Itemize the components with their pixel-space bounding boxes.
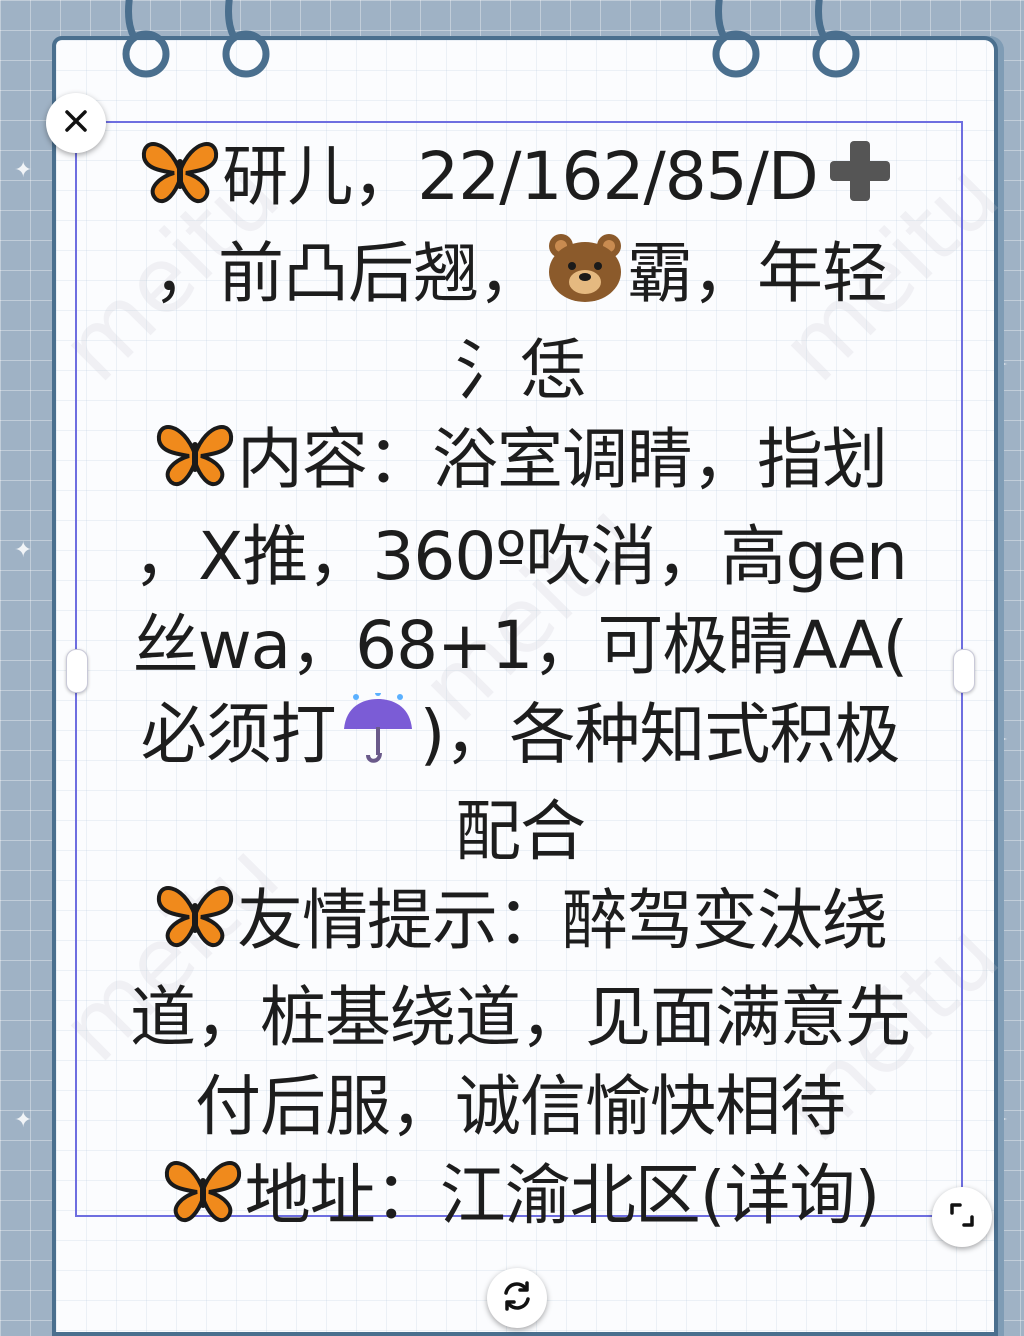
line-7a: 必须打 xyxy=(140,696,337,773)
text-line: 地址：江渝北区(详询) xyxy=(78,1151,962,1248)
text-line: ，X推，360º吹消，高gen xyxy=(133,518,908,595)
bear-icon xyxy=(543,232,627,326)
text-line: 丝wa，68+1，可极睛AA( xyxy=(132,607,909,684)
binder-ring-icon xyxy=(222,0,276,78)
butterfly-icon xyxy=(161,1154,245,1248)
binder-ring-icon xyxy=(812,0,866,78)
text-line: 氵恁 xyxy=(455,332,586,409)
text-line: 道，桩基绕道，见面满意先 xyxy=(130,979,911,1056)
text-line: 内容：浴室调睛，指划 xyxy=(78,415,962,512)
resize-corner-icon xyxy=(948,1201,976,1233)
note-text: 研儿，22/162/85/D ，前凸后翘， 霸，年轻 氵恁 内容：浴室调睛，指划… xyxy=(78,132,962,1248)
rotate-button[interactable] xyxy=(487,1268,547,1328)
sparkle-decoration: ✦ xyxy=(14,538,33,563)
text-line: 配合 xyxy=(455,793,586,870)
sparkle-decoration: ✦ xyxy=(14,158,33,183)
close-button[interactable] xyxy=(46,93,106,153)
text-line: 友情提示：醉驾变汰绕 xyxy=(78,876,962,973)
butterfly-icon xyxy=(138,135,222,229)
rotate-icon xyxy=(500,1279,534,1317)
line-12-text: 地址：江渝北区(详询) xyxy=(244,1157,880,1234)
text-line: 必须打 )，各种知式积极 xyxy=(78,690,962,787)
plus-icon xyxy=(818,135,902,229)
line-2b: 霸，年轻 xyxy=(627,235,888,312)
text-line: 付后服，诚信愉快相待 xyxy=(195,1068,846,1145)
butterfly-icon xyxy=(153,418,237,512)
line-4-text: 内容：浴室调睛，指划 xyxy=(237,421,888,498)
sparkle-decoration: ✦ xyxy=(14,1108,33,1133)
close-icon xyxy=(63,108,89,138)
line-7b: )，各种知式积极 xyxy=(419,696,901,773)
binder-ring-icon xyxy=(712,0,766,78)
binder-ring-icon xyxy=(122,0,176,78)
resize-button[interactable] xyxy=(932,1187,992,1247)
butterfly-icon xyxy=(153,879,237,973)
line-2a: ，前凸后翘， xyxy=(153,235,544,312)
text-line: 研儿，22/162/85/D xyxy=(78,132,962,229)
text-line: ，前凸后翘， 霸，年轻 xyxy=(78,229,962,326)
line-9-text: 友情提示：醉驾变汰绕 xyxy=(237,882,888,959)
line-1-text: 研儿，22/162/85/D xyxy=(222,138,818,215)
umbrella-icon xyxy=(336,690,420,787)
